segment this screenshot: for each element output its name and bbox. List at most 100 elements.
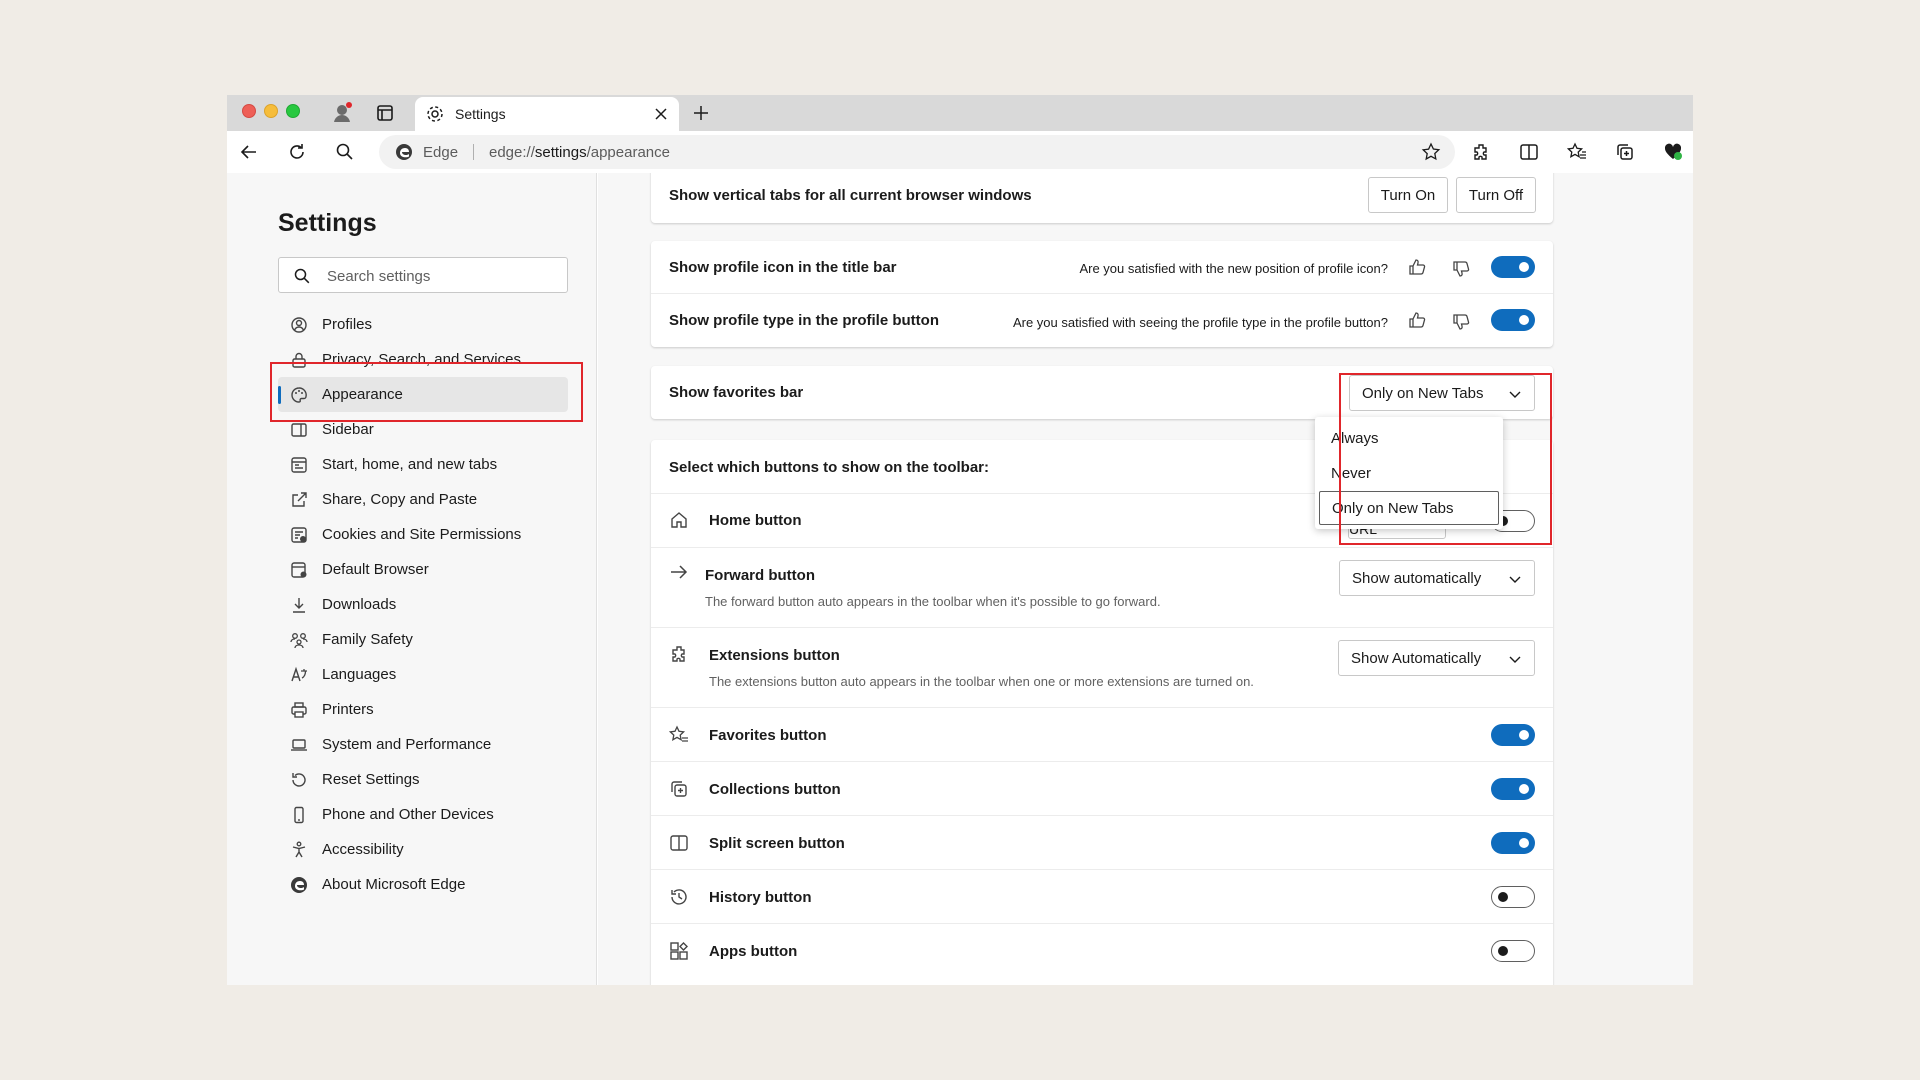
search-box[interactable] (278, 257, 568, 293)
sidebar-item-printers[interactable]: Printers (278, 692, 568, 727)
sidebar-item-system[interactable]: System and Performance (278, 727, 568, 762)
extensions-button-title: Extensions button (709, 647, 840, 664)
thumbs-down-icon[interactable] (1451, 312, 1471, 332)
tab-title: Settings (455, 106, 506, 122)
accessibility-icon (290, 841, 308, 859)
history-button-row: History button (651, 870, 1553, 924)
omnibox-brand: Edge (423, 144, 459, 161)
thumbs-up-icon[interactable] (1407, 310, 1427, 330)
extensions-button-dropdown[interactable]: Show Automatically (1338, 640, 1535, 676)
favorites-bar-card: Show favorites bar Only on New Tabs (651, 366, 1553, 419)
history-button-toggle[interactable] (1491, 886, 1535, 908)
address-bar[interactable]: Edge edge://settings/appearance (379, 135, 1455, 169)
sidebar-item-about[interactable]: About Microsoft Edge (278, 867, 568, 902)
favorites-bar-dropdown[interactable]: Only on New Tabs (1349, 375, 1535, 411)
menu-option-always[interactable]: Always (1315, 421, 1503, 455)
apps-icon (670, 942, 688, 960)
profile-icon-toggle[interactable] (1491, 256, 1535, 278)
menu-option-never[interactable]: Never (1315, 456, 1503, 490)
profile-type-row: Show profile type in the profile button … (651, 294, 1553, 347)
favorite-star-icon[interactable] (1421, 142, 1441, 162)
favorites-icon[interactable] (1565, 140, 1589, 164)
sidebar-item-start-home[interactable]: Start, home, and new tabs (278, 447, 568, 482)
refresh-icon[interactable] (285, 140, 309, 164)
favorites-button-title: Favorites button (709, 727, 827, 744)
favorites-star-icon (669, 725, 688, 742)
sidebar-item-phone[interactable]: Phone and Other Devices (278, 797, 568, 832)
sidebar-item-reset[interactable]: Reset Settings (278, 762, 568, 797)
gear-icon (427, 106, 443, 122)
sidebar-item-family-safety[interactable]: Family Safety (278, 622, 568, 657)
profile-type-toggle[interactable] (1491, 309, 1535, 331)
sidebar-item-default-browser[interactable]: Default Browser (278, 552, 568, 587)
sidebar-item-share[interactable]: Share, Copy and Paste (278, 482, 568, 517)
forward-button-selected: Show automatically (1352, 569, 1482, 587)
close-window-button[interactable] (242, 104, 256, 118)
vertical-tabs-title: Show vertical tabs for all current brows… (669, 187, 1032, 204)
thumbs-down-icon[interactable] (1451, 259, 1471, 279)
favorites-button-row: Favorites button (651, 708, 1553, 762)
palette-icon (290, 386, 308, 404)
sidebar-item-appearance[interactable]: Appearance (278, 377, 568, 412)
split-screen-icon (670, 835, 688, 851)
page-title: Settings (278, 209, 377, 237)
profile-avatar-icon[interactable] (331, 101, 355, 125)
split-screen-button-toggle[interactable] (1491, 832, 1535, 854)
extensions-button-desc: The extensions button auto appears in th… (709, 674, 1254, 689)
apps-button-toggle[interactable] (1491, 940, 1535, 962)
thumbs-up-icon[interactable] (1407, 257, 1427, 277)
collections-button-row: Collections button (651, 762, 1553, 816)
search-icon (294, 268, 310, 284)
favorites-bar-title: Show favorites bar (669, 384, 804, 401)
edge-icon (290, 876, 308, 894)
forward-button-desc: The forward button auto appears in the t… (705, 594, 1161, 609)
copilot-icon[interactable] (1661, 140, 1685, 164)
sidebar-item-privacy[interactable]: Privacy, Search, and Services (278, 342, 568, 377)
turn-on-button[interactable]: Turn On (1368, 177, 1448, 213)
minimize-window-button[interactable] (264, 104, 278, 118)
sidebar-item-languages[interactable]: Languages (278, 657, 568, 692)
split-screen-icon[interactable] (1517, 140, 1541, 164)
address-toolbar: Edge edge://settings/appearance (227, 131, 1693, 173)
toolbar-heading: Select which buttons to show on the tool… (669, 459, 989, 476)
forward-arrow-icon (671, 565, 688, 579)
sidebar-item-profiles[interactable]: Profiles (278, 307, 568, 342)
browser-window: Settings Edge edge://settings/appearance (227, 95, 1693, 985)
sidebar-item-accessibility[interactable]: Accessibility (278, 832, 568, 867)
tab-settings[interactable]: Settings (415, 97, 679, 131)
settings-nav: Profiles Privacy, Search, and Services A… (278, 307, 568, 902)
turn-off-button[interactable]: Turn Off (1456, 177, 1536, 213)
profile-card: Show profile icon in the title bar Are y… (651, 241, 1553, 347)
back-icon[interactable] (237, 140, 261, 164)
profile-icon (290, 316, 308, 334)
home-icon (671, 512, 687, 528)
edge-logo-icon (396, 144, 412, 160)
split-screen-button-row: Split screen button (651, 816, 1553, 870)
search-input[interactable] (327, 265, 557, 287)
collections-button-toggle[interactable] (1491, 778, 1535, 800)
sidebar-item-downloads[interactable]: Downloads (278, 587, 568, 622)
collections-icon[interactable] (1613, 140, 1637, 164)
sidebar-item-sidebar[interactable]: Sidebar (278, 412, 568, 447)
sidebar-icon (290, 421, 308, 439)
forward-button-dropdown[interactable]: Show automatically (1339, 560, 1535, 596)
tab-actions-icon[interactable] (373, 101, 397, 125)
maximize-window-button[interactable] (286, 104, 300, 118)
history-icon (671, 889, 687, 905)
menu-option-only-on-new-tabs[interactable]: Only on New Tabs (1319, 491, 1499, 525)
forward-button-title: Forward button (705, 567, 815, 584)
extensions-button-selected: Show Automatically (1351, 649, 1482, 667)
apps-button-title: Apps button (709, 943, 798, 960)
favorites-button-toggle[interactable] (1491, 724, 1535, 746)
home-tabs-icon (290, 456, 308, 474)
close-tab-icon[interactable] (651, 104, 671, 124)
phone-icon (290, 806, 308, 824)
favorites-bar-row: Show favorites bar Only on New Tabs (651, 366, 1553, 419)
split-screen-button-title: Split screen button (709, 835, 845, 852)
reset-icon (290, 771, 308, 789)
search-icon[interactable] (333, 140, 357, 164)
new-tab-icon[interactable] (689, 101, 713, 125)
extensions-icon[interactable] (1469, 140, 1493, 164)
sidebar-item-cookies[interactable]: Cookies and Site Permissions (278, 517, 568, 552)
settings-content: Show vertical tabs for all current brows… (598, 173, 1693, 985)
